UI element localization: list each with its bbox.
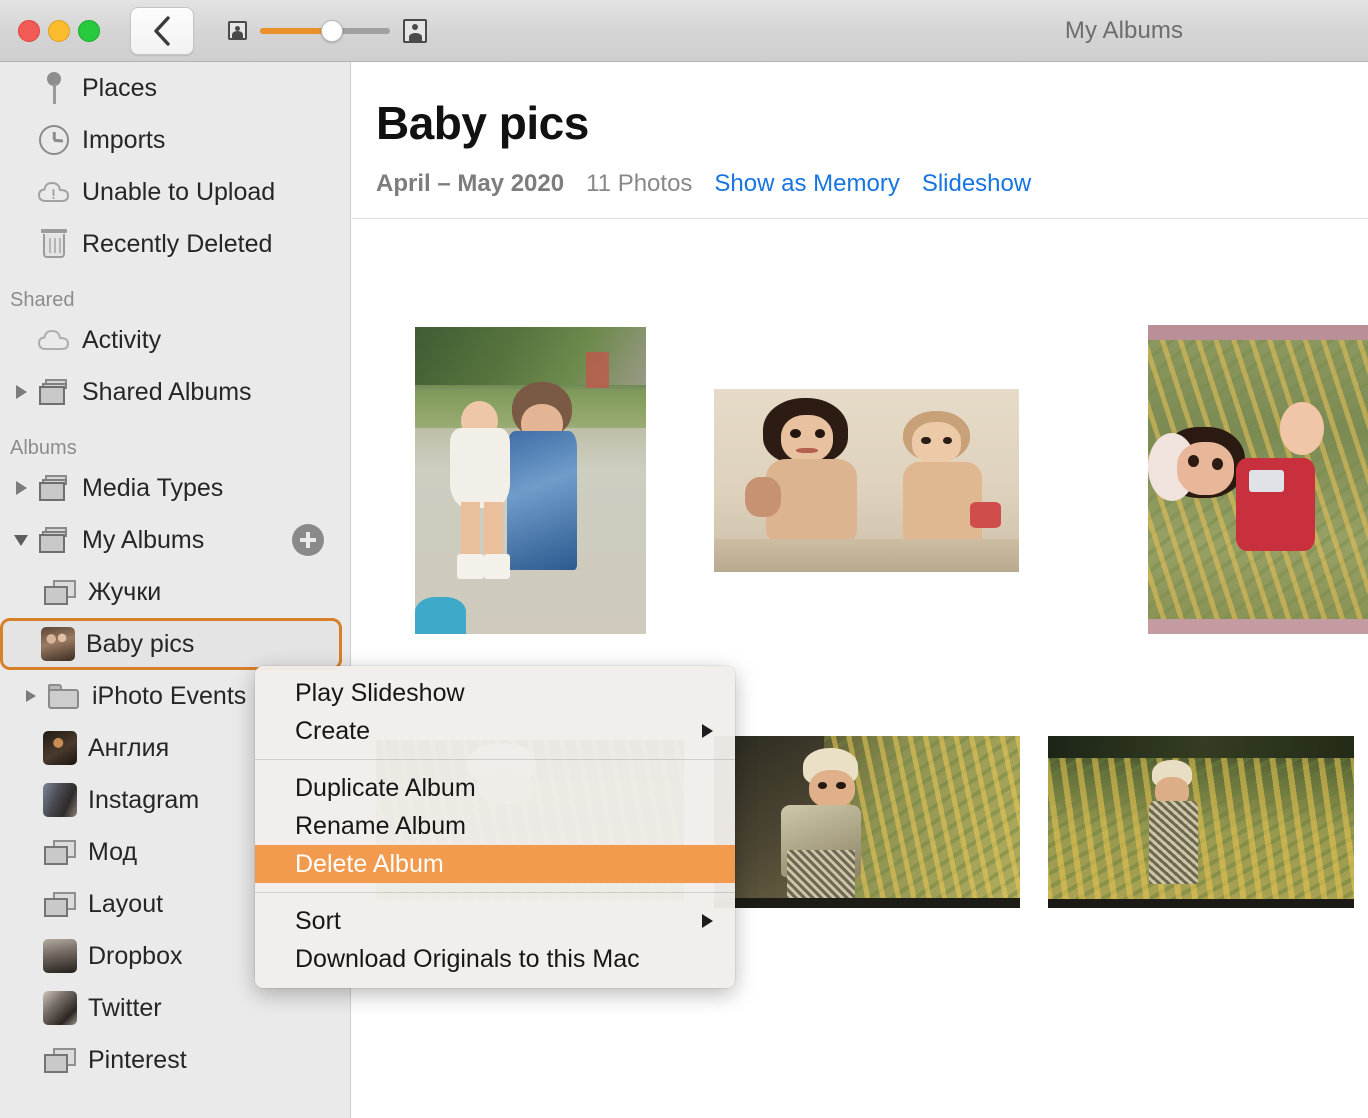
pin-icon: [34, 72, 74, 104]
submenu-arrow-icon: [702, 914, 713, 928]
menu-item-label: Delete Album: [295, 849, 444, 878]
album-icon: [40, 579, 80, 605]
person-large-icon[interactable]: [403, 18, 427, 43]
menu-item-duplicate-album[interactable]: Duplicate Album: [255, 769, 735, 807]
menu-separator: [255, 759, 735, 760]
menu-item-label: Sort: [295, 906, 341, 935]
sidebar-item-label: Pinterest: [88, 1045, 187, 1074]
photo-boy-dandelions-2[interactable]: [1048, 736, 1354, 908]
album-thumbnail: [40, 783, 80, 817]
photos-app-window: My Albums Places Imports Unable to Uploa…: [0, 0, 1368, 1118]
menu-item-create[interactable]: Create: [255, 712, 735, 750]
menu-item-label: Download Originals to this Mac: [295, 944, 640, 973]
sidebar-item-label: Recently Deleted: [82, 229, 273, 258]
menu-item-rename-album[interactable]: Rename Album: [255, 807, 735, 845]
cloud-icon: [34, 329, 74, 351]
thumbnail-size-control: [228, 18, 427, 43]
sidebar-item-label: Англия: [88, 733, 170, 762]
album-icon: [40, 1047, 80, 1073]
menu-item-download-originals[interactable]: Download Originals to this Mac: [255, 940, 735, 978]
submenu-arrow-icon: [702, 724, 713, 738]
photo-baby-in-flowers[interactable]: [1148, 325, 1368, 634]
sidebar-item-pinterest[interactable]: Pinterest: [0, 1034, 350, 1086]
sidebar-group-albums: Albums: [10, 437, 77, 459]
sidebar-item-label: My Albums: [82, 525, 205, 554]
photo-grandma-and-baby[interactable]: [415, 327, 646, 634]
album-stack-icon: [34, 527, 74, 553]
slider-knob[interactable]: [321, 19, 343, 42]
album-thumbnail: [40, 731, 80, 765]
window-title: My Albums: [1064, 16, 1184, 44]
folder-icon: [44, 683, 84, 709]
minimize-window-icon[interactable]: [48, 19, 70, 42]
sidebar-item-activity[interactable]: Activity: [0, 314, 350, 366]
photo-two-kids-in-tub[interactable]: [714, 389, 1019, 572]
disclosure-triangle-right-icon[interactable]: [8, 385, 34, 399]
clock-icon: [34, 125, 74, 155]
album-context-menu[interactable]: Play Slideshow Create Duplicate Album Re…: [255, 666, 735, 988]
sidebar-item-label: Shared Albums: [82, 377, 252, 406]
sidebar-item-media-types[interactable]: Media Types: [0, 462, 350, 514]
album-icon: [40, 891, 80, 917]
menu-item-label: Create: [295, 716, 371, 745]
sidebar-item-label: Жучки: [88, 577, 162, 606]
menu-item-delete-album[interactable]: Delete Album: [255, 845, 735, 883]
chevron-left-icon: [154, 15, 170, 46]
menu-separator: [255, 892, 735, 893]
album-thumbnail: [38, 627, 78, 661]
sidebar-item-baby-pics[interactable]: Baby pics: [0, 618, 342, 670]
window-titlebar: My Albums: [0, 0, 1368, 62]
sidebar-item-twitter[interactable]: Twitter: [0, 982, 350, 1034]
album-metadata-row: April – May 2020 11 Photos Show as Memor…: [376, 170, 1368, 198]
menu-item-label: Rename Album: [295, 811, 466, 840]
sidebar-item-imports[interactable]: Imports: [0, 114, 350, 166]
album-thumbnail: [40, 991, 80, 1025]
person-small-icon[interactable]: [228, 21, 247, 40]
sidebar-item-my-albums[interactable]: My Albums: [0, 514, 350, 566]
album-date-range: April – May 2020: [376, 170, 565, 197]
menu-item-sort[interactable]: Sort: [255, 902, 735, 940]
thumbnail-size-slider[interactable]: [260, 19, 390, 42]
sidebar-item-label: Activity: [82, 325, 162, 354]
sidebar-item-label: Baby pics: [86, 629, 195, 658]
cloud-warning-icon: [34, 181, 74, 203]
sidebar-item-label: Unable to Upload: [82, 177, 276, 206]
menu-item-label: Play Slideshow: [295, 678, 465, 707]
sidebar-item-label: Places: [82, 73, 158, 102]
sidebar-item-label: Dropbox: [88, 941, 183, 970]
sidebar-item-label: Imports: [82, 125, 166, 154]
photo-boy-dandelions-1[interactable]: [714, 736, 1020, 908]
disclosure-triangle-right-icon[interactable]: [18, 690, 44, 702]
sidebar-item-label: Мод: [88, 837, 138, 866]
slideshow-link[interactable]: Slideshow: [922, 170, 1031, 198]
album-thumbnail: [40, 939, 80, 973]
sidebar-item-unable-to-upload[interactable]: Unable to Upload: [0, 166, 350, 218]
sidebar-item-label: Twitter: [88, 993, 162, 1022]
menu-item-label: Duplicate Album: [295, 773, 476, 802]
trash-icon: [34, 229, 74, 259]
sidebar-item-label: iPhoto Events: [92, 681, 247, 710]
sidebar-item-shared-albums[interactable]: Shared Albums: [0, 366, 350, 418]
sidebar-item-label: Instagram: [88, 785, 200, 814]
page-title: Baby pics: [376, 97, 589, 149]
maximize-window-icon[interactable]: [78, 19, 100, 42]
album-stack-icon: [34, 379, 74, 405]
add-album-button[interactable]: [292, 524, 324, 556]
close-window-icon[interactable]: [18, 19, 40, 42]
back-button[interactable]: [130, 6, 194, 55]
sidebar-group-shared: Shared: [10, 289, 75, 311]
sidebar-item-zhuchki[interactable]: Жучки: [0, 566, 350, 618]
sidebar-item-label: Media Types: [82, 473, 224, 502]
sidebar-item-places[interactable]: Places: [0, 62, 350, 114]
sidebar-item-recently-deleted[interactable]: Recently Deleted: [0, 218, 350, 270]
show-as-memory-link[interactable]: Show as Memory: [714, 170, 899, 198]
album-icon: [40, 839, 80, 865]
menu-item-play-slideshow[interactable]: Play Slideshow: [255, 674, 735, 712]
sidebar-item-label: Layout: [88, 889, 164, 918]
disclosure-triangle-right-icon[interactable]: [8, 481, 34, 495]
album-stack-icon: [34, 475, 74, 501]
disclosure-triangle-down-icon[interactable]: [8, 534, 34, 546]
album-photo-count: 11 Photos: [586, 170, 693, 197]
traffic-light-buttons: [18, 19, 100, 42]
